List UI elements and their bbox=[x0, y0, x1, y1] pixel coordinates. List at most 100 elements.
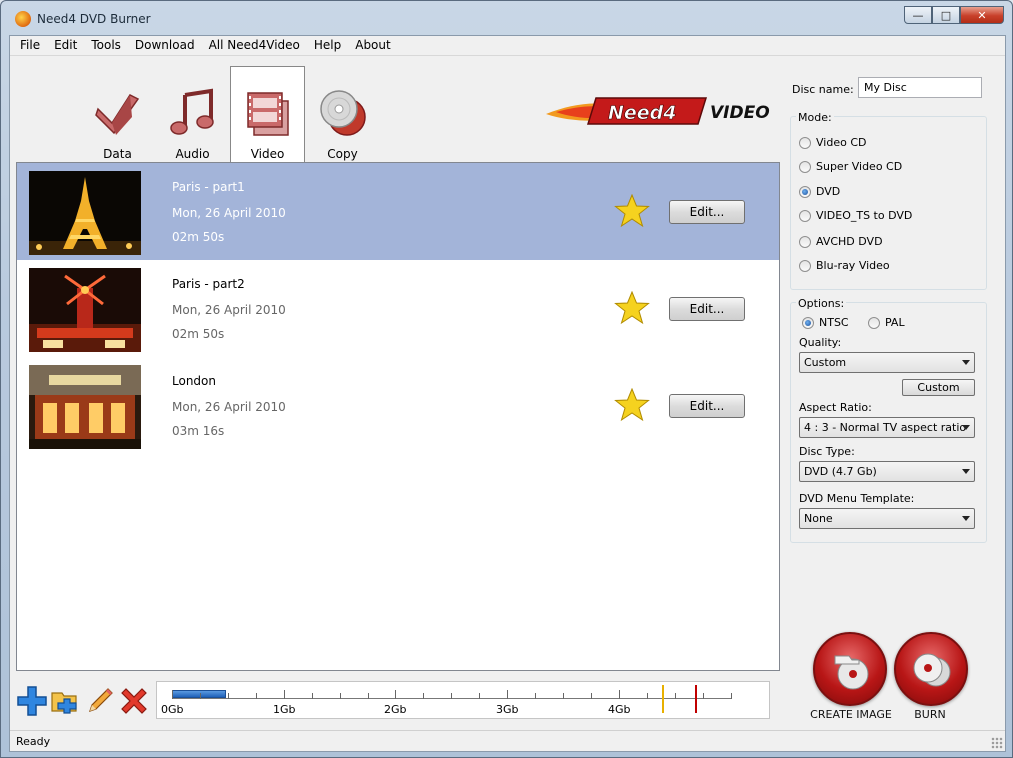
menu-edit[interactable]: Edit bbox=[47, 36, 84, 56]
burn-button[interactable] bbox=[894, 632, 968, 706]
tab-data[interactable]: Data bbox=[80, 68, 155, 164]
create-image-label: CREATE IMAGE bbox=[810, 708, 892, 721]
mode-option-avchd[interactable]: AVCHD DVD bbox=[799, 235, 883, 248]
disc-type-label: Disc Type: bbox=[799, 445, 855, 458]
capacity-used-bar bbox=[172, 690, 226, 698]
client-area: File Edit Tools Download All Need4Video … bbox=[9, 35, 1006, 752]
radio-button[interactable] bbox=[802, 316, 814, 329]
menu-about[interactable]: About bbox=[348, 36, 397, 56]
data-icon bbox=[94, 94, 139, 135]
video-duration: 02m 50s bbox=[172, 327, 225, 341]
delete-icon[interactable] bbox=[118, 685, 150, 717]
video-name: Paris - part2 bbox=[172, 277, 245, 291]
video-row[interactable]: Paris - part1 Mon, 26 April 2010 02m 50s… bbox=[17, 163, 779, 260]
disc-burn-icon bbox=[913, 653, 951, 687]
star-icon[interactable] bbox=[614, 388, 650, 422]
window-title: Need4 DVD Burner bbox=[37, 12, 151, 26]
radio-button[interactable] bbox=[799, 185, 811, 198]
menu-help[interactable]: Help bbox=[307, 36, 348, 56]
aspect-ratio-label: Aspect Ratio: bbox=[799, 401, 872, 414]
mode-tabs: Data Audio Video Copy bbox=[80, 64, 380, 164]
quality-select[interactable]: Custom bbox=[799, 352, 975, 373]
capacity-label: 4Gb bbox=[608, 703, 631, 716]
app-icon bbox=[15, 11, 31, 27]
resize-grip[interactable] bbox=[991, 737, 1003, 749]
ntsc-option[interactable]: NTSC bbox=[802, 316, 849, 329]
capacity-label: 2Gb bbox=[384, 703, 407, 716]
video-thumbnail bbox=[29, 268, 141, 352]
menu-bar: File Edit Tools Download All Need4Video … bbox=[10, 36, 1005, 56]
logo-brand-text: Need4 bbox=[608, 102, 677, 124]
quality-label: Quality: bbox=[799, 336, 842, 349]
video-list[interactable]: Paris - part1 Mon, 26 April 2010 02m 50s… bbox=[16, 162, 780, 671]
chevron-down-icon bbox=[962, 516, 970, 521]
tab-video-label: Video bbox=[250, 147, 285, 161]
dvd-max-marker bbox=[695, 685, 697, 713]
film-icon bbox=[246, 92, 289, 136]
disc-copy-icon bbox=[319, 90, 366, 136]
minimize-button[interactable]: — bbox=[904, 6, 932, 24]
chevron-down-icon bbox=[962, 425, 970, 430]
mode-option-super-video-cd[interactable]: Super Video CD bbox=[799, 160, 902, 173]
menu-file[interactable]: File bbox=[10, 36, 47, 56]
need4video-logo: Need4 VIDEO bbox=[546, 97, 770, 125]
tab-audio-label: Audio bbox=[175, 147, 210, 161]
aspect-ratio-select[interactable]: 4 : 3 - Normal TV aspect ratio bbox=[799, 417, 975, 438]
menu-template-select[interactable]: None bbox=[799, 508, 975, 529]
video-date: Mon, 26 April 2010 bbox=[172, 400, 286, 414]
add-folder-icon[interactable] bbox=[50, 685, 82, 717]
mode-option-dvd[interactable]: DVD bbox=[799, 185, 840, 198]
video-row[interactable]: London Mon, 26 April 2010 03m 16s Edit..… bbox=[17, 357, 779, 454]
mode-label: Mode: bbox=[796, 111, 834, 124]
dvd-capacity-marker bbox=[662, 685, 664, 713]
app-window: Need4 DVD Burner — □ ✕ File Edit Tools D… bbox=[0, 0, 1013, 758]
video-name: Paris - part1 bbox=[172, 180, 245, 194]
radio-button[interactable] bbox=[799, 136, 811, 149]
edit-button[interactable]: Edit... bbox=[669, 394, 745, 418]
disc-type-select[interactable]: DVD (4.7 Gb) bbox=[799, 461, 975, 482]
menu-download[interactable]: Download bbox=[128, 36, 202, 56]
maximize-button[interactable]: □ bbox=[932, 6, 960, 24]
music-note-icon bbox=[169, 88, 214, 135]
capacity-label: 0Gb bbox=[161, 703, 184, 716]
radio-button[interactable] bbox=[799, 235, 811, 248]
video-date: Mon, 26 April 2010 bbox=[172, 303, 286, 317]
options-label: Options: bbox=[796, 297, 847, 310]
add-file-icon[interactable] bbox=[16, 685, 48, 717]
close-button[interactable]: ✕ bbox=[960, 6, 1004, 24]
burn-label: BURN bbox=[914, 708, 946, 721]
create-image-button[interactable] bbox=[813, 632, 887, 706]
list-toolbar bbox=[16, 681, 150, 721]
radio-button[interactable] bbox=[799, 259, 811, 272]
tab-data-label: Data bbox=[103, 147, 132, 161]
star-icon[interactable] bbox=[614, 291, 650, 325]
video-thumbnail bbox=[29, 171, 141, 255]
radio-button[interactable] bbox=[799, 209, 811, 222]
tab-copy[interactable]: Copy bbox=[305, 68, 380, 164]
mode-option-bluray[interactable]: Blu-ray Video bbox=[799, 259, 890, 272]
radio-button[interactable] bbox=[799, 160, 811, 173]
tab-copy-label: Copy bbox=[327, 147, 358, 161]
menu-all-need4video[interactable]: All Need4Video bbox=[202, 36, 307, 56]
video-row[interactable]: Paris - part2 Mon, 26 April 2010 02m 50s… bbox=[17, 260, 779, 357]
video-duration: 03m 16s bbox=[172, 424, 225, 438]
menu-tools[interactable]: Tools bbox=[84, 36, 128, 56]
disc-name-input[interactable] bbox=[858, 77, 982, 98]
pencil-icon[interactable] bbox=[84, 685, 116, 717]
pal-option[interactable]: PAL bbox=[868, 316, 905, 329]
disc-capacity-meter: 0Gb 1Gb 2Gb 3Gb 4Gb bbox=[156, 681, 770, 719]
tab-video[interactable]: Video bbox=[230, 66, 305, 164]
radio-button[interactable] bbox=[868, 316, 880, 329]
star-icon[interactable] bbox=[614, 194, 650, 228]
logo-product-text: VIDEO bbox=[710, 103, 770, 123]
mode-option-video-ts[interactable]: VIDEO_TS to DVD bbox=[799, 209, 912, 222]
edit-button[interactable]: Edit... bbox=[669, 297, 745, 321]
custom-quality-button[interactable]: Custom bbox=[902, 379, 975, 396]
mode-option-video-cd[interactable]: Video CD bbox=[799, 136, 866, 149]
video-thumbnail bbox=[29, 365, 141, 449]
status-bar: Ready bbox=[10, 730, 1005, 751]
edit-button[interactable]: Edit... bbox=[669, 200, 745, 224]
disc-name-label: Disc name: bbox=[792, 83, 854, 96]
tab-audio[interactable]: Audio bbox=[155, 68, 230, 164]
disc-image-icon bbox=[834, 655, 869, 690]
